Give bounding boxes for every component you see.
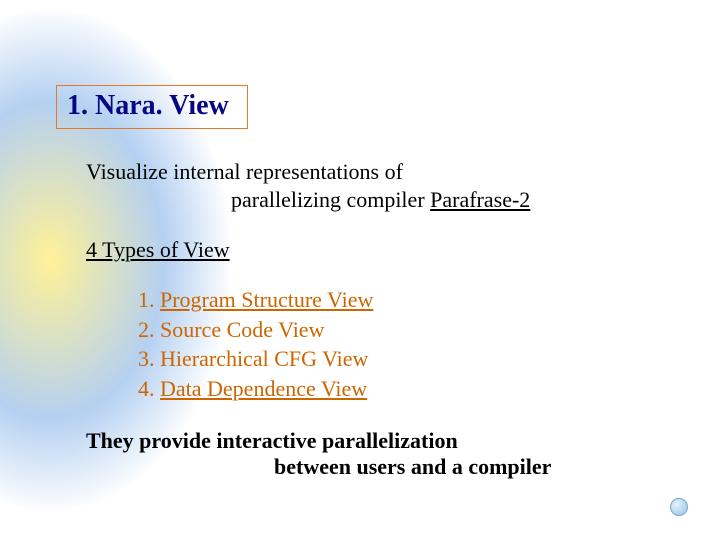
slide-content: 1. Nara. View Visualize internal represe… — [0, 0, 720, 480]
closing-line-2: between users and a compiler — [86, 454, 670, 480]
view-item-1: 1. Program Structure View — [138, 285, 670, 315]
view-item-4: 4. Data Dependence View — [138, 374, 670, 404]
intro-line-2-prefix: parallelizing compiler — [231, 187, 430, 212]
types-heading: 4 Types of View — [86, 237, 670, 263]
body-section: Visualize internal representations of pa… — [56, 159, 670, 480]
title-box: 1. Nara. View — [56, 85, 248, 129]
view-item-label[interactable]: Data Dependence View — [160, 376, 367, 401]
intro-line-1: Visualize internal representations of — [86, 159, 670, 185]
view-item-num: 4. — [138, 376, 160, 401]
views-list: 1. Program Structure View 2. Source Code… — [86, 285, 670, 404]
slide-title: 1. Nara. View — [67, 90, 229, 121]
view-item-2: 2. Source Code View — [138, 315, 670, 345]
view-item-label: Hierarchical CFG View — [160, 346, 368, 371]
page-indicator-dot — [670, 498, 688, 516]
view-item-num: 2. — [138, 317, 160, 342]
view-item-num: 1. — [138, 287, 160, 312]
view-item-3: 3. Hierarchical CFG View — [138, 344, 670, 374]
view-item-num: 3. — [138, 346, 160, 371]
parafrase-link[interactable]: Parafrase-2 — [430, 187, 530, 212]
view-item-label[interactable]: Program Structure View — [160, 287, 373, 312]
intro-line-2: parallelizing compiler Parafrase-2 — [86, 187, 670, 213]
view-item-label: Source Code View — [160, 317, 324, 342]
closing-line-1: They provide interactive parallelization — [86, 428, 670, 454]
